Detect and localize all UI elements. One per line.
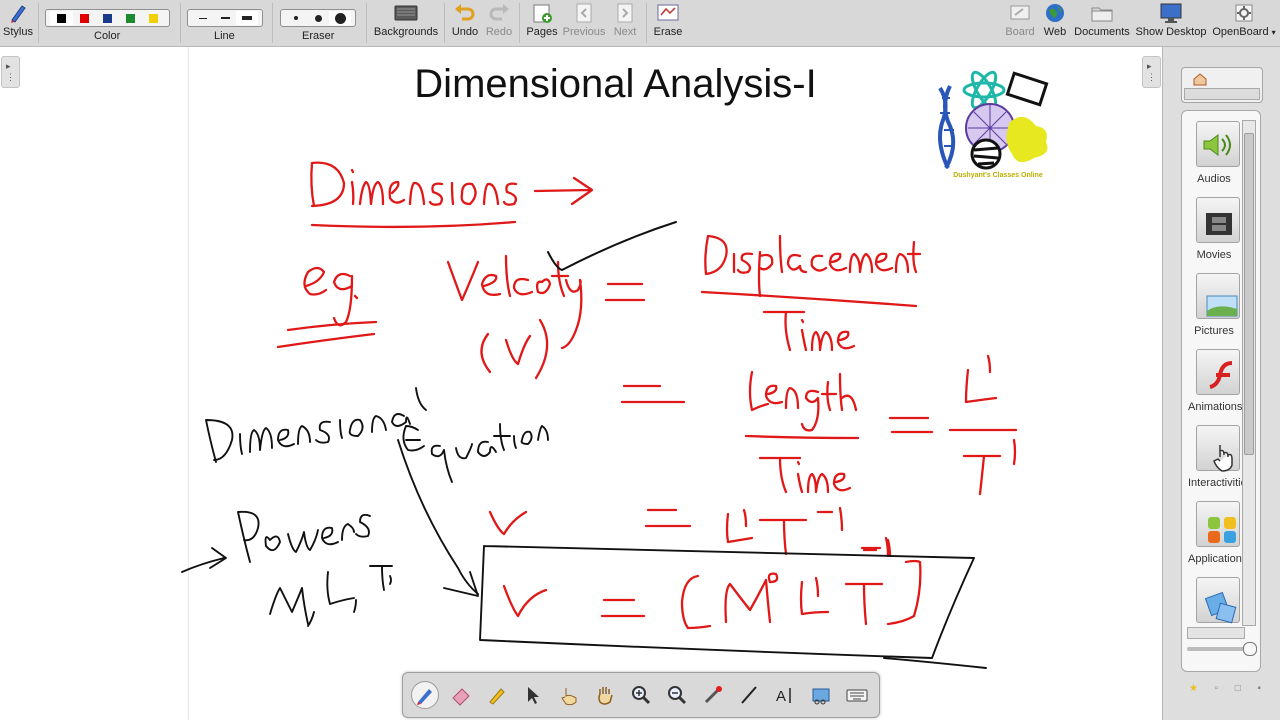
library-navigation	[1181, 67, 1263, 103]
library-item-applications[interactable]: Applications	[1188, 497, 1247, 569]
library-item-movies[interactable]: Movies	[1188, 193, 1240, 265]
ink-displacement-over-time	[700, 234, 922, 352]
library-horizontal-scrollbar[interactable]	[1187, 627, 1245, 639]
add-folder-icon[interactable]: ▫	[1215, 683, 1219, 695]
right-panel-toggle[interactable]: ▸ ⋮	[1142, 56, 1161, 88]
play-tool[interactable]	[555, 681, 583, 709]
zoom-in-icon	[632, 686, 651, 705]
library-vertical-scrollbar[interactable]	[1242, 120, 1256, 626]
zoom-in-tool[interactable]	[627, 681, 655, 709]
ink-velocity-term	[446, 254, 646, 380]
hand-icon	[598, 687, 613, 705]
handwritten-notes	[181, 161, 1018, 669]
text-tool[interactable]: A	[771, 681, 799, 709]
zoom-out-tool[interactable]	[663, 681, 691, 709]
thumbnail-size-slider[interactable]	[1187, 642, 1257, 656]
openboard-menu-button[interactable]: OpenBoard ▾	[1211, 0, 1277, 46]
line-icon	[741, 686, 757, 704]
text-icon: A	[776, 688, 791, 705]
applications-icon	[1208, 517, 1236, 543]
ink-black-notes	[181, 387, 987, 669]
right-margin	[1092, 47, 1162, 720]
expand-right-icon: ▸ ⋮	[1147, 61, 1156, 82]
pointing-hand-icon	[561, 688, 577, 706]
marker-tool[interactable]	[483, 681, 511, 709]
pen-icon	[417, 689, 432, 705]
picture-icon	[1206, 295, 1238, 317]
ink-eg-label	[276, 266, 378, 349]
chevron-down-icon: ▾	[1271, 28, 1276, 37]
eraser-tool[interactable]	[447, 681, 475, 709]
hand-tool[interactable]	[591, 681, 619, 709]
virtual-keyboard-tool[interactable]	[843, 681, 871, 709]
zoom-out-icon	[668, 686, 687, 705]
flash-icon	[1209, 361, 1233, 389]
folder-icon	[1091, 7, 1113, 22]
scrollbar-thumb[interactable]	[1244, 133, 1254, 455]
slider-handle[interactable]	[1243, 642, 1257, 656]
line-tool[interactable]	[735, 681, 763, 709]
library-dock: Audios Movies Pictures Animations Intera…	[1162, 47, 1280, 720]
hand-pointer-icon	[1213, 445, 1233, 472]
laser-pointer-icon	[704, 686, 722, 704]
home-icon[interactable]	[1192, 72, 1208, 86]
capture-tool[interactable]	[807, 681, 835, 709]
stylus-palette: A	[402, 672, 880, 718]
new-item-icon[interactable]: □	[1235, 683, 1241, 695]
keyboard-icon	[846, 689, 868, 702]
ink-check-mark	[547, 221, 677, 271]
selector-tool[interactable]	[519, 681, 547, 709]
screen-capture-icon	[812, 688, 830, 705]
eraser-icon	[452, 688, 470, 706]
library-item-audios[interactable]: Audios	[1188, 117, 1240, 189]
ink-dimensional-formula	[502, 538, 922, 630]
monitor-icon	[1160, 3, 1182, 23]
ink-velocity-dimension-line	[488, 506, 890, 558]
ink-dimensions-heading	[310, 161, 594, 229]
ink-length-over-time	[620, 354, 1018, 496]
trash-icon[interactable]: ▪	[1257, 683, 1261, 695]
speaker-icon	[1203, 134, 1231, 156]
shapes-icon	[1204, 591, 1237, 624]
show-desktop-button[interactable]: Show Desktop	[1135, 0, 1207, 46]
library-item-pictures[interactable]: Pictures	[1188, 269, 1240, 341]
favorite-star-icon[interactable]: ★	[1189, 683, 1198, 695]
pen-tool[interactable]	[411, 681, 439, 709]
library-actions: ★ ▫ □ ▪	[1189, 683, 1261, 695]
svg-text:A: A	[776, 688, 786, 705]
film-icon	[1206, 213, 1232, 235]
highlighter-icon	[489, 688, 505, 705]
breadcrumb-scrollbar[interactable]	[1184, 88, 1260, 100]
laser-pointer-tool[interactable]	[699, 681, 727, 709]
library-item-interactivities[interactable]: Interactivities	[1188, 421, 1252, 493]
library-item-animations[interactable]: Animations	[1188, 345, 1242, 417]
openboard-settings-icon	[1235, 4, 1253, 22]
cursor-arrow-icon	[528, 687, 539, 704]
